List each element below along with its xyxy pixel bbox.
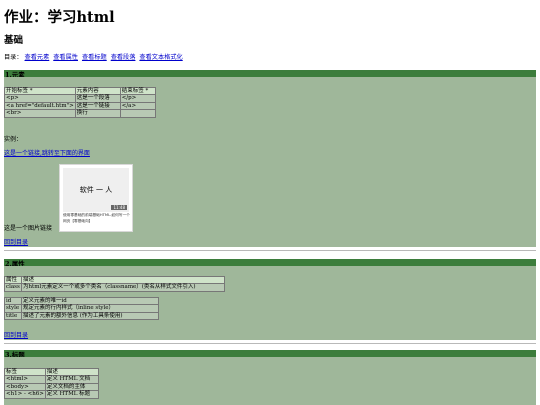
table-cell: class [4, 283, 22, 292]
section-3-bar: 3.标题 [4, 350, 536, 359]
table-header-cell: 描述 [44, 367, 99, 377]
table-cell [119, 109, 156, 118]
back-to-toc-link[interactable]: 回到目录 [4, 237, 28, 246]
table-cell: 为html元素定义一个或多个类名（classname）(类名从样式文件引入) [21, 283, 225, 292]
table-cell: <p> [4, 94, 76, 103]
toc-link-paragraphs[interactable]: 查看段落 [111, 54, 136, 61]
table-row: class 为html元素定义一个或多个类名（classname）(类名从样式文… [4, 283, 225, 292]
table-header-cell: 元素内容 [74, 86, 121, 96]
video-thumbnail-link[interactable]: 软件 一 人 11:48 使用零基础的前端基础HTML-如何写一个网页【零基础向… [59, 164, 133, 232]
table-of-contents: 目录： 查看元素 查看属性 查看标题 查看段落 查看文本格式化 [4, 52, 185, 61]
elements-table: 开始标签 * 元素内容 结束标签 * <p> 这是一个段落 </p> <a hr… [4, 86, 156, 118]
table-cell: 这是一个链接 [74, 101, 121, 111]
section-1-bar: 1.元素 [4, 70, 536, 79]
table-header-cell: 标签 [4, 367, 46, 377]
table-cell: 这是一个段落 [74, 94, 121, 103]
table-cell: title [4, 311, 22, 321]
table-cell: <html> [4, 375, 46, 384]
divider [4, 250, 536, 251]
table-row: <h1> - <h6> 定义 HTML 标题 [4, 390, 99, 399]
table-cell: </a> [119, 101, 156, 111]
table-cell: <body> [4, 382, 46, 392]
table-header-cell: 描述 [21, 275, 225, 285]
table-cell: 定义文档的主体 [44, 382, 99, 392]
table-header-row: 开始标签 * 元素内容 结束标签 * [4, 86, 156, 96]
table-row: <html> 定义 HTML 文档 [4, 375, 99, 384]
section-2-bar: 2.属性 [4, 259, 536, 268]
table-header-row: 属性 描述 [4, 275, 225, 285]
attributes-table: 属性 描述 class 为html元素定义一个或多个类名（classname）(… [4, 275, 225, 292]
table-cell: id [4, 296, 22, 306]
table-header-cell: 结束标签 * [119, 86, 156, 96]
example-label: 实例： [4, 136, 23, 143]
table-cell: 换行 [74, 109, 121, 118]
example-link[interactable]: 这是一个链接,跳转至下面的界面 [4, 148, 90, 157]
table-cell: 规定元素的行内样式（inline style） [21, 304, 159, 313]
thumbnail-label: 软件 一 人 [79, 186, 113, 194]
table-cell: style [4, 304, 22, 313]
headings-table: 标签 描述 <html> 定义 HTML 文档 <body> 定义文档的主体 <… [4, 367, 99, 399]
attributes-more-table: id 定义元素的唯一id style 规定元素的行内样式（inline styl… [4, 296, 159, 321]
table-row: style 规定元素的行内样式（inline style） [4, 304, 159, 313]
sub-title: 基础 [4, 35, 24, 46]
table-cell: </p> [119, 94, 156, 103]
table-cell: <a href="default.htm"> [4, 101, 76, 111]
toc-label: 目录： [4, 54, 23, 61]
table-header-cell: 属性 [4, 275, 22, 285]
toc-link-headings[interactable]: 查看标题 [82, 54, 107, 61]
table-row: <a href="default.htm"> 这是一个链接 </a> [4, 101, 156, 111]
table-row: id 定义元素的唯一id [4, 296, 159, 306]
table-row: <body> 定义文档的主体 [4, 382, 99, 392]
table-cell: <br> [4, 109, 76, 118]
thumbnail-image: 软件 一 人 11:48 [63, 168, 129, 212]
table-header-row: 标签 描述 [4, 367, 99, 377]
table-row: <p> 这是一个段落 </p> [4, 94, 156, 103]
table-row: title 描述了元素的额外信息 (作为工具条使用) [4, 311, 159, 321]
video-caption: 使用零基础的前端基础HTML-如何写一个网页【零基础向】 [63, 213, 130, 223]
table-cell: 定义元素的唯一id [21, 296, 159, 306]
toc-link-elements[interactable]: 查看元素 [25, 54, 50, 61]
divider [4, 343, 536, 344]
table-cell: 定义 HTML 文档 [44, 375, 99, 384]
back-to-toc-link[interactable]: 回到目录 [4, 330, 28, 339]
image-link-caption: 这是一个图片链接 [4, 225, 53, 232]
table-row: <br> 换行 [4, 109, 156, 118]
video-duration-badge: 11:48 [111, 205, 127, 210]
table-cell: <h1> - <h6> [4, 390, 46, 399]
table-cell: 定义 HTML 标题 [44, 390, 99, 399]
page-title: 作业：学习html [4, 9, 115, 26]
toc-link-text-formatting[interactable]: 查看文本格式化 [139, 54, 182, 61]
toc-link-attributes[interactable]: 查看属性 [53, 54, 78, 61]
table-cell: 描述了元素的额外信息 (作为工具条使用) [21, 311, 159, 321]
table-header-cell: 开始标签 * [4, 86, 76, 96]
